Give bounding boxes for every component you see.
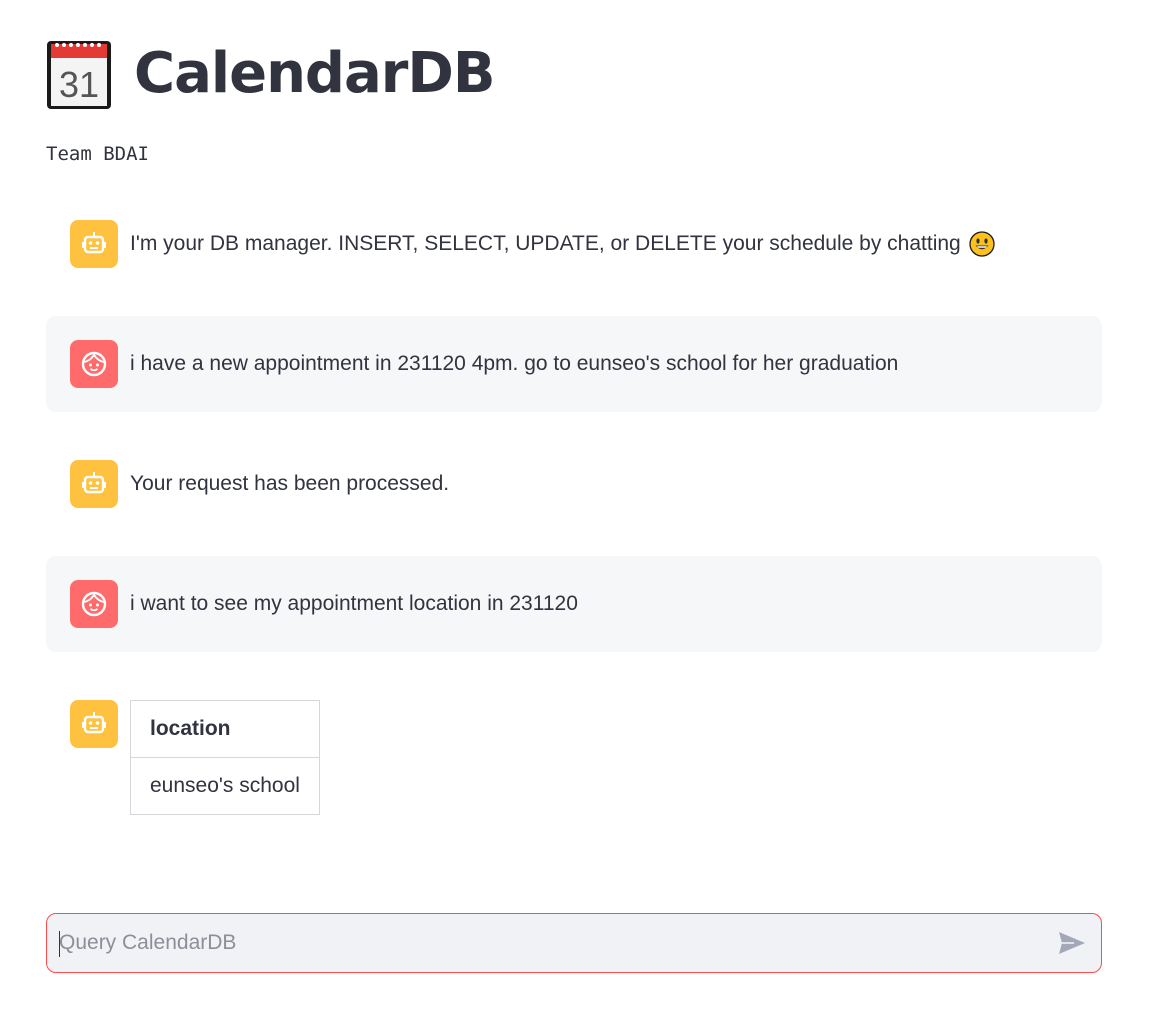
title-row: 31 CalendarDB [46, 32, 496, 116]
table-cell: eunseo's school [130, 757, 320, 815]
text-caret [59, 931, 60, 957]
chat-input[interactable] [59, 914, 1049, 972]
send-button[interactable] [1057, 928, 1087, 958]
chat-input-container [46, 913, 1102, 973]
chat-message-user: i have a new appointment in 231120 4pm. … [46, 316, 1102, 412]
result-table: location eunseo's school [130, 700, 320, 815]
chat-message-assistant: I'm your DB manager. INSERT, SELECT, UPD… [46, 196, 1102, 292]
calendar-icon: 31 [46, 38, 112, 110]
app-page: 31 CalendarDB Team BDAI I'm your DB mana… [0, 0, 1151, 1026]
grinning-face-icon [969, 231, 995, 257]
chat-message-user: i want to see my appointment location in… [46, 556, 1102, 652]
robot-icon [70, 700, 118, 748]
message-text: I'm your DB manager. INSERT, SELECT, UPD… [130, 220, 995, 268]
message-text: Your request has been processed. [130, 472, 450, 495]
robot-icon [70, 460, 118, 508]
chat-message-assistant: Your request has been processed. [46, 436, 1102, 532]
robot-icon [70, 220, 118, 268]
table-row: eunseo's school [130, 757, 320, 815]
message-text: i have a new appointment in 231120 4pm. … [130, 352, 899, 375]
page-subtitle: Team BDAI [46, 143, 149, 165]
table-header-cell: location [130, 700, 320, 758]
send-icon [1059, 932, 1085, 954]
table-header-row: location [130, 700, 320, 758]
calendar-day-number: 31 [59, 64, 99, 105]
message-text: i want to see my appointment location in… [130, 592, 578, 615]
page-title: CalendarDB [134, 41, 496, 106]
chat-message-assistant: location eunseo's school [46, 700, 1102, 820]
message-text-content: I'm your DB manager. INSERT, SELECT, UPD… [130, 232, 961, 255]
user-face-icon [70, 580, 118, 628]
user-face-icon [70, 340, 118, 388]
